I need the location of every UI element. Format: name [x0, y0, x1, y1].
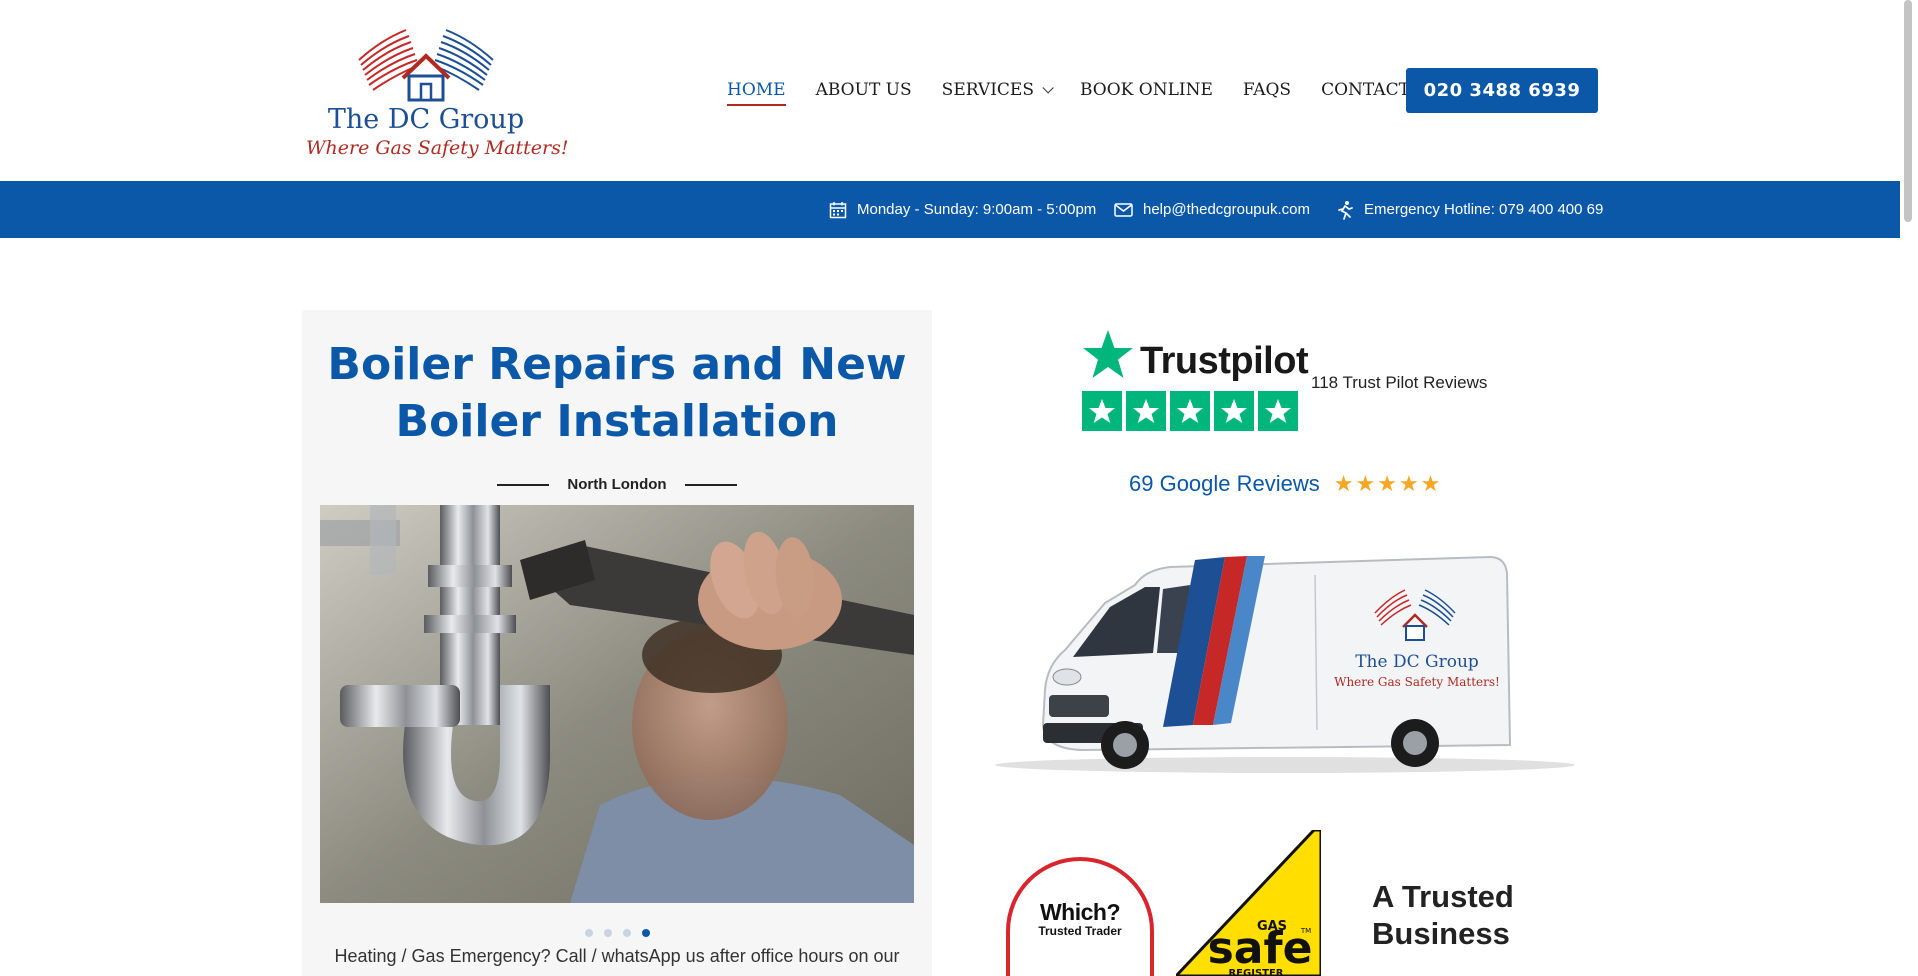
nav-item-faqs[interactable]: FAQS [1243, 80, 1291, 100]
calendar-icon [829, 201, 847, 218]
gassafe-bottom-text: REGISTER [1228, 968, 1283, 976]
main-nav: HOME ABOUT US SERVICES BOOK ONLINE FAQS … [727, 78, 1440, 106]
house-logo-icon [358, 29, 494, 102]
page-scrollbar[interactable] [1904, 0, 1912, 222]
site-logo[interactable]: The DC Group Where Gas Safety Matters! [306, 20, 569, 165]
nav-item-contact[interactable]: CONTACT [1321, 80, 1410, 100]
which-badge-subtext: Trusted Trader [1038, 924, 1122, 938]
nav-label: CONTACT [1321, 80, 1410, 100]
star-rating-icons: ★★★★★ [1333, 471, 1443, 496]
nav-label: BOOK ONLINE [1079, 80, 1213, 100]
hero-title: Boiler Repairs and New Boiler Installati… [302, 336, 932, 450]
slider-pagination [302, 929, 932, 937]
star-icon [1170, 391, 1210, 431]
gas-safe-register-badge[interactable]: GAS safe TM REGISTER [1176, 830, 1321, 976]
envelope-icon [1114, 202, 1133, 217]
trustpilot-review-count[interactable]: 118 Trust Pilot Reviews [1311, 373, 1487, 393]
nav-item-book-online[interactable]: BOOK ONLINE [1080, 80, 1213, 100]
running-person-icon [1338, 200, 1353, 220]
hero-subtitle: North London [302, 476, 932, 493]
nav-label: FAQS [1242, 80, 1292, 100]
hero-slide-image[interactable] [320, 505, 914, 903]
slider-dot-active[interactable] [641, 929, 650, 937]
site-header: The DC Group Where Gas Safety Matters! H… [0, 0, 1900, 181]
which-trusted-trader-badge[interactable]: Which? Trusted Trader [1006, 857, 1154, 976]
emergency-note: Heating / Gas Emergency? Call / whatsApp… [334, 946, 900, 966]
info-bar: Monday - Sunday: 9:00am - 5:00pm help@th… [0, 181, 1900, 238]
trustpilot-wordmark: Trustpilot [1140, 340, 1309, 382]
gassafe-tm: TM [1300, 927, 1311, 935]
star-icon [1082, 391, 1122, 431]
google-reviews-text: 69 Google Reviews [1129, 471, 1320, 496]
hours-text: Monday - Sunday: 9:00am - 5:00pm [857, 201, 1097, 218]
slider-dot[interactable] [603, 929, 612, 937]
trustpilot-star-icon [1083, 330, 1133, 378]
google-reviews[interactable]: 69 Google Reviews ★★★★★ [1129, 471, 1442, 497]
phone-call-button[interactable]: 020 3488 6939 [1406, 68, 1598, 113]
nav-item-home[interactable]: HOME [727, 80, 786, 106]
nav-item-about-us[interactable]: ABOUT US [816, 80, 912, 100]
email-link[interactable]: help@thedcgroupuk.com [1114, 181, 1310, 238]
email-text: help@thedcgroupuk.com [1143, 201, 1310, 218]
plumber-photo-illustration [320, 505, 914, 903]
gassafe-word: safe [1208, 923, 1313, 974]
branded-van-image: The DC Group Where Gas Safety Matters! [995, 555, 1575, 773]
emergency-text: Emergency Hotline: 079 400 400 69 [1364, 201, 1604, 218]
which-logo-text: Which? [1039, 899, 1121, 925]
hero-card: Boiler Repairs and New Boiler Installati… [302, 310, 932, 976]
nav-label: HOME [727, 80, 786, 100]
opening-hours: Monday - Sunday: 9:00am - 5:00pm [829, 181, 1096, 238]
trusted-line: A Trusted [1372, 879, 1514, 914]
chevron-down-icon [1042, 82, 1054, 94]
trusted-business-heading: A Trusted Business [1372, 878, 1542, 952]
emergency-hotline[interactable]: Emergency Hotline: 079 400 400 69 [1336, 181, 1603, 238]
nav-item-services[interactable]: SERVICES [941, 80, 1054, 100]
hero-location: North London [567, 476, 667, 493]
trusted-line: Business [1372, 916, 1510, 951]
star-icon [1214, 391, 1254, 431]
nav-label: ABOUT US [815, 80, 912, 100]
trustpilot-rating[interactable] [1082, 391, 1298, 431]
slider-dot[interactable] [584, 929, 593, 937]
divider [684, 483, 737, 486]
nav-label: SERVICES [941, 80, 1034, 100]
star-icon [1258, 391, 1298, 431]
van-logo-name: The DC Group [1355, 652, 1479, 672]
van-logo-tagline: Where Gas Safety Matters! [1334, 675, 1500, 689]
star-icon [1126, 391, 1166, 431]
logo-name: The DC Group [327, 104, 525, 135]
divider [497, 483, 550, 486]
slider-dot[interactable] [622, 929, 631, 937]
logo-tagline: Where Gas Safety Matters! [306, 137, 569, 159]
hero-title-line: Boiler Repairs and New [327, 339, 907, 390]
hero-title-line: Boiler Installation [395, 396, 839, 447]
